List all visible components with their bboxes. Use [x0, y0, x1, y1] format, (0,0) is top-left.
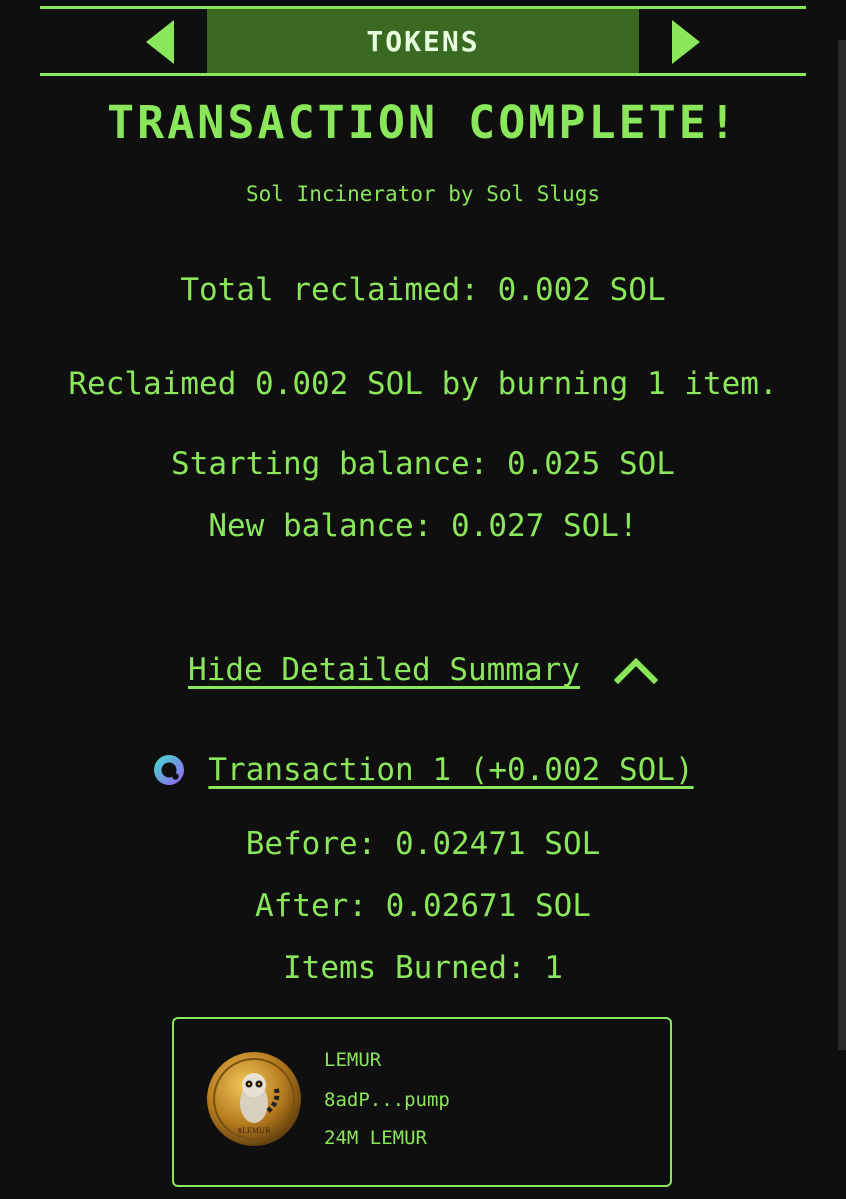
starting-balance: Starting balance: 0.025 SOL	[171, 446, 675, 482]
transaction-link[interactable]: Transaction 1 (+0.002 SOL)	[208, 752, 693, 788]
token-amount: 24M LEMUR	[324, 1127, 427, 1149]
arrow-right-icon[interactable]	[670, 20, 700, 64]
token-coin-label: $LEMUR	[238, 1127, 271, 1135]
arrow-left-icon[interactable]	[146, 20, 176, 64]
chevron-up-icon[interactable]	[613, 656, 658, 684]
hide-detailed-summary-label[interactable]: Hide Detailed Summary	[188, 652, 580, 688]
nav-bottom-border	[40, 73, 806, 76]
reclaimed-detail: Reclaimed 0.002 SOL by burning 1 item.	[68, 366, 778, 402]
transaction-after: After: 0.02671 SOL	[255, 888, 591, 924]
hide-detailed-summary-toggle[interactable]: Hide Detailed Summary	[0, 652, 846, 688]
transaction-before: Before: 0.02471 SOL	[245, 826, 601, 862]
items-burned: Items Burned: 1	[283, 950, 563, 986]
page-title: TRANSACTION COMPLETE!	[107, 96, 739, 149]
explorer-icon[interactable]	[152, 753, 186, 787]
token-name: LEMUR	[324, 1049, 382, 1071]
total-reclaimed: Total reclaimed: 0.002 SOL	[180, 272, 666, 308]
new-balance: New balance: 0.027 SOL!	[208, 508, 638, 544]
nav-title: TOKENS	[366, 24, 480, 58]
token-card: $LEMUR LEMUR 8adP...pump 24M LEMUR	[172, 1017, 672, 1187]
app-subtitle: Sol Incinerator by Sol Slugs	[245, 182, 600, 206]
token-address: 8adP...pump	[324, 1089, 450, 1111]
token-avatar: $LEMUR	[206, 1051, 302, 1147]
transaction-row: Transaction 1 (+0.002 SOL)	[0, 752, 846, 788]
nav-title-bar: TOKENS	[207, 9, 639, 73]
